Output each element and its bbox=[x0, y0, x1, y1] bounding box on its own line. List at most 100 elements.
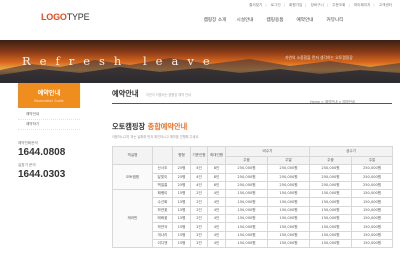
cell-off-weekday: 150,000원 bbox=[225, 197, 268, 207]
hero-banner: Refresh leave 자연의 소중함을 먼저 생각하는 오토캠핑장 bbox=[0, 40, 400, 83]
price-table-wrapper: 객실명 평형 기준인원 최대인원 비수기 성수기 주중 주말 주중 주말 오토캠… bbox=[112, 145, 394, 249]
header-type: 객실명 bbox=[112, 145, 153, 166]
cell-off-weekend: 150,000원 bbox=[266, 189, 311, 199]
section-title-highlight: 종합예약안내 bbox=[147, 122, 188, 131]
cell-off-weekend: 150,000원 bbox=[266, 205, 311, 216]
cell-name: 하얀국 bbox=[152, 222, 173, 232]
cell-max: 8인 bbox=[207, 180, 226, 191]
cell-max: 4인 bbox=[207, 214, 226, 224]
divider: | bbox=[265, 3, 267, 7]
cell-peak-weekend: 150,000원 bbox=[351, 189, 394, 199]
table-row: 수선화 15평 2인 4인 150,000원 150,000원 150,000원 150,00… bbox=[113, 197, 394, 207]
cell-off-weekday: 250,000원 bbox=[225, 172, 268, 182]
header-off-season: 비수기 bbox=[224, 146, 311, 157]
cell-off-weekend: 150,000원 bbox=[266, 230, 311, 240]
cell-off-weekend: 150,000원 bbox=[266, 197, 311, 207]
group-name-cell: 캐라반 bbox=[112, 189, 153, 249]
contact-number: 1644.0808 bbox=[18, 147, 66, 158]
cell-peak-weekday: 150,000원 bbox=[309, 205, 353, 216]
cell-peak-weekend: 150,000원 bbox=[351, 197, 394, 207]
header-weekday: 주중 bbox=[225, 155, 268, 166]
cell-size: 25평 bbox=[172, 180, 191, 191]
cell-size: 15평 bbox=[172, 205, 191, 216]
cell-name: 패랭이 bbox=[152, 189, 173, 199]
side-menu-header: 예약안내 Reservation Guide bbox=[18, 83, 80, 108]
section-title-prefix: 오토캠핑장 bbox=[112, 122, 148, 131]
hero-subtitle: 자연의 소중함을 먼저 생각하는 오토캠핑장 bbox=[285, 55, 353, 60]
contact-directions: 길찾기 문의 1644.0303 bbox=[18, 163, 65, 180]
top-link-favorites[interactable]: 즐겨찾기 bbox=[249, 3, 262, 7]
cell-base: 4인 bbox=[190, 164, 208, 174]
nav-item-community[interactable]: 커뮤니티 bbox=[320, 17, 350, 23]
cell-size: 25평 bbox=[172, 164, 191, 174]
price-table-body: 오토캠핑 산사조 25평 4인 8인 250,000원 250,000원 250,000원 25… bbox=[112, 164, 394, 249]
cell-off-weekday: 150,000원 bbox=[225, 222, 268, 232]
side-menu-item-guide[interactable]: 예약안내 bbox=[18, 110, 80, 120]
cell-name: 수선화 bbox=[152, 197, 173, 207]
nav-item-gear[interactable]: 캠핑용품 bbox=[260, 17, 290, 23]
contact-label: 예약전화문의 bbox=[18, 141, 38, 145]
logo-part-1: LOGO bbox=[41, 12, 67, 22]
header-name bbox=[152, 145, 173, 166]
cell-peak-weekday: 150,000원 bbox=[309, 238, 353, 249]
cell-base: 2인 bbox=[190, 197, 208, 207]
cell-off-weekday: 150,000원 bbox=[225, 214, 268, 224]
cell-off-weekday: 250,000원 bbox=[225, 164, 268, 174]
table-row: 하얀꽃 15평 2인 4인 150,000원 150,000원 150,000원 150,00… bbox=[113, 205, 394, 216]
table-row: 매화꽃 15평 2인 4인 150,000원 150,000원 150,000원 150,00… bbox=[113, 214, 394, 224]
cell-base: 4인 bbox=[190, 180, 208, 191]
title-divider bbox=[112, 103, 392, 104]
contact-label: 길찾기 문의 bbox=[18, 163, 36, 167]
cell-name: 달맞이 bbox=[152, 172, 173, 182]
cell-base: 4인 bbox=[190, 172, 208, 182]
divider: | bbox=[283, 3, 285, 7]
cell-name: 산사조 bbox=[152, 164, 173, 174]
top-link-join[interactable]: 회원가입 bbox=[289, 3, 302, 7]
group-name-cell: 오토캠핑 bbox=[112, 164, 153, 191]
cell-size: 15평 bbox=[172, 214, 191, 224]
table-row: 오토캠핑 산사조 25평 4인 8인 250,000원 250,000원 250,000원 25… bbox=[112, 164, 394, 191]
cell-base: 2인 bbox=[190, 189, 208, 199]
nav-item-reservation[interactable]: 예약안내 bbox=[290, 17, 320, 23]
section-description: 이용하시고자 하는 날짜를 먼저 확인하시고 예약을 진행해 주세요. bbox=[112, 135, 200, 139]
cell-peak-weekday: 150,000원 bbox=[309, 197, 353, 207]
top-link-cart[interactable]: 장바구니 bbox=[311, 3, 324, 7]
contact-reservation: 예약전화문의 1644.0808 bbox=[18, 141, 65, 158]
cell-off-weekend: 250,000원 bbox=[266, 172, 311, 182]
cell-peak-weekday: 150,000원 bbox=[309, 214, 353, 224]
top-link-login[interactable]: 로그인 bbox=[271, 3, 281, 7]
top-link-support[interactable]: 고객센터 bbox=[379, 3, 392, 7]
cell-size: 15평 bbox=[172, 230, 191, 240]
cell-off-weekend: 250,000원 bbox=[266, 180, 311, 191]
header-max: 최대인원 bbox=[207, 145, 226, 166]
cell-peak-weekend: 250,000원 bbox=[351, 180, 394, 191]
cell-name: 하얀꽃 bbox=[152, 205, 173, 216]
section-title: 오토캠핑장 종합예약안내 bbox=[112, 122, 187, 132]
cell-base: 2인 bbox=[190, 222, 208, 232]
header-base: 기준인원 bbox=[190, 145, 208, 166]
header-weekday: 주중 bbox=[309, 155, 353, 166]
header-weekend: 주말 bbox=[351, 155, 394, 166]
cell-max: 4인 bbox=[207, 222, 226, 232]
top-link-mypage[interactable]: 마이페이지 bbox=[354, 3, 371, 7]
side-menu: 예약안내 예약하기 bbox=[18, 110, 80, 130]
cell-max: 4인 bbox=[207, 238, 226, 249]
cell-max: 4인 bbox=[207, 197, 226, 207]
cell-name: 이디엔 bbox=[152, 238, 173, 249]
side-menu-item-book[interactable]: 예약하기 bbox=[18, 120, 80, 130]
contact-number: 1644.0303 bbox=[18, 169, 66, 180]
cell-name: 백일홍 bbox=[152, 180, 173, 191]
cell-base: 2인 bbox=[190, 205, 208, 216]
side-menu-subtitle: Reservation Guide bbox=[34, 99, 64, 103]
page-description: 자연이 어울리는 캠핑장 예약 안내 bbox=[146, 93, 192, 97]
logo[interactable]: LOGOTYPE bbox=[41, 12, 90, 22]
cell-peak-weekend: 250,000원 bbox=[351, 164, 394, 174]
side-menu-title: 예약안내 bbox=[37, 90, 61, 97]
hero-title: Refresh leave bbox=[22, 54, 219, 68]
nav-item-facilities[interactable]: 시설안내 bbox=[230, 17, 260, 23]
top-link-orders[interactable]: 주문조회 bbox=[332, 3, 345, 7]
header-peak-season: 성수기 bbox=[309, 146, 394, 157]
nav-item-about[interactable]: 캠핑장 소개 bbox=[200, 17, 230, 23]
cell-off-weekday: 150,000원 bbox=[225, 189, 268, 199]
cell-peak-weekday: 150,000원 bbox=[309, 230, 353, 240]
